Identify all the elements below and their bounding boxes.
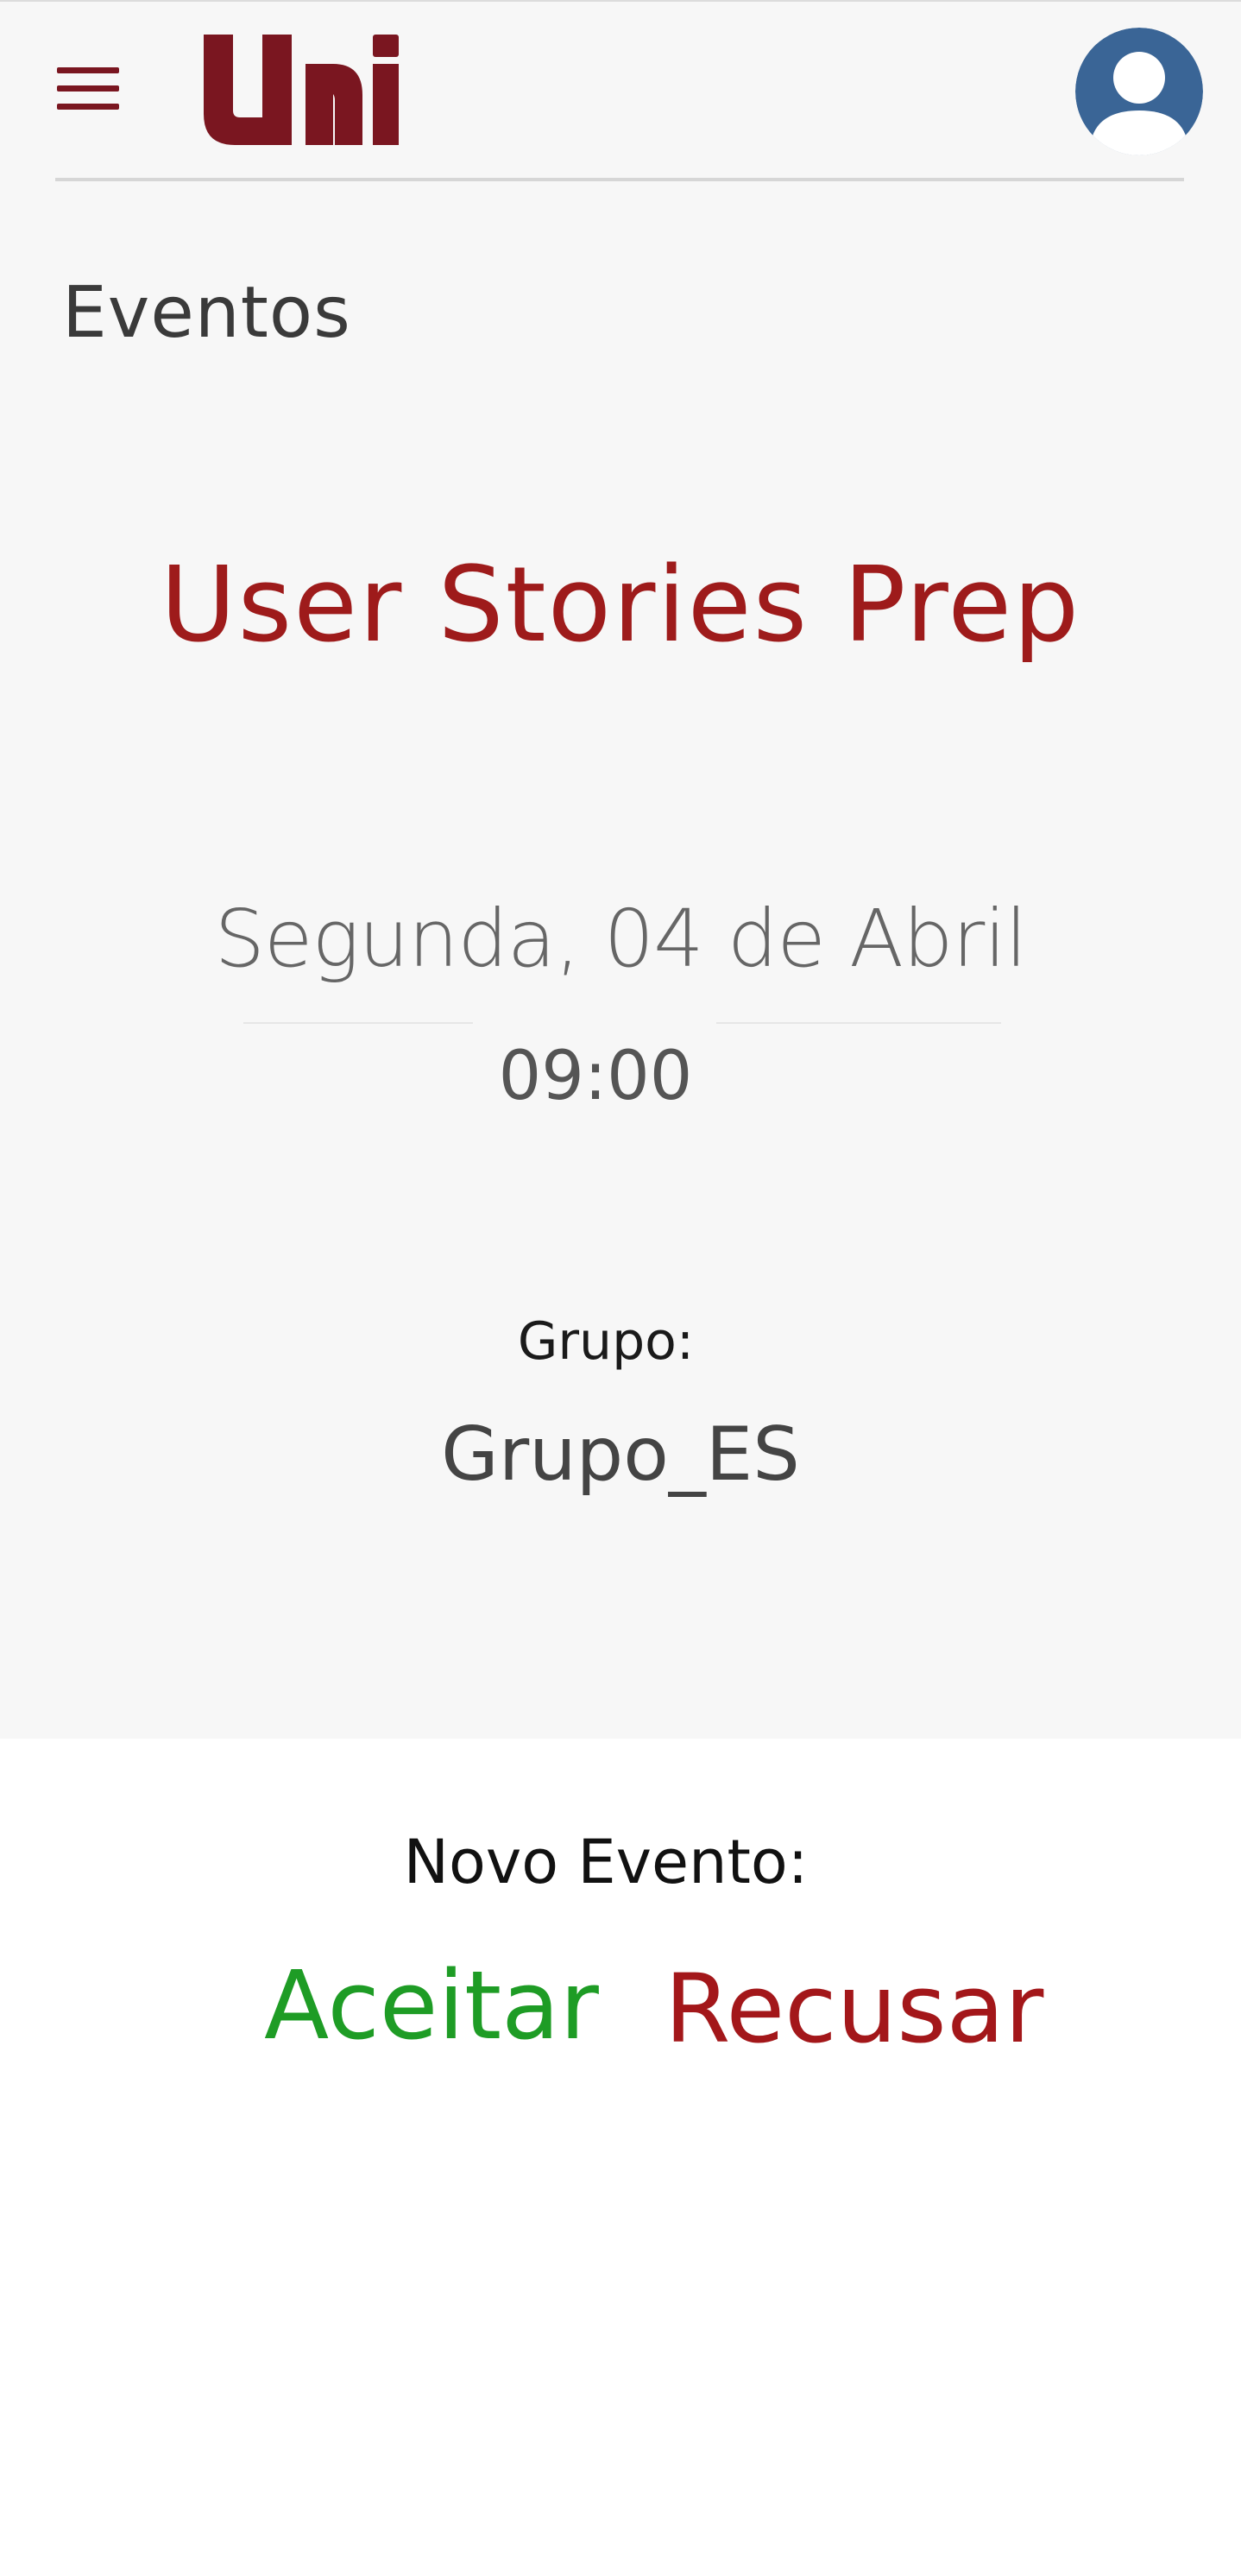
header-divider <box>55 178 1184 181</box>
uni-logo <box>204 35 399 145</box>
group-value: Grupo_ES <box>441 1411 800 1498</box>
hamburger-menu-icon[interactable] <box>57 67 119 110</box>
event-details-panel: Eventos User Stories Prep Segunda, 04 de… <box>0 0 1241 1739</box>
page-title: Eventos <box>62 272 351 354</box>
new-event-label: Novo Evento: <box>403 1827 809 1897</box>
accept-button[interactable]: Aceitar <box>264 1958 599 2053</box>
event-title: User Stories Prep <box>160 546 1081 666</box>
event-time: 09:00 <box>498 1038 693 1115</box>
date-divider-left <box>243 1022 473 1024</box>
reject-button[interactable]: Recusar <box>665 1961 1043 2056</box>
user-avatar-icon[interactable] <box>1075 28 1203 155</box>
event-date: Segunda, 04 de Abril <box>214 893 1028 985</box>
app-header <box>0 2 1241 183</box>
date-divider-right <box>716 1022 1001 1024</box>
group-label: Grupo: <box>517 1311 695 1372</box>
